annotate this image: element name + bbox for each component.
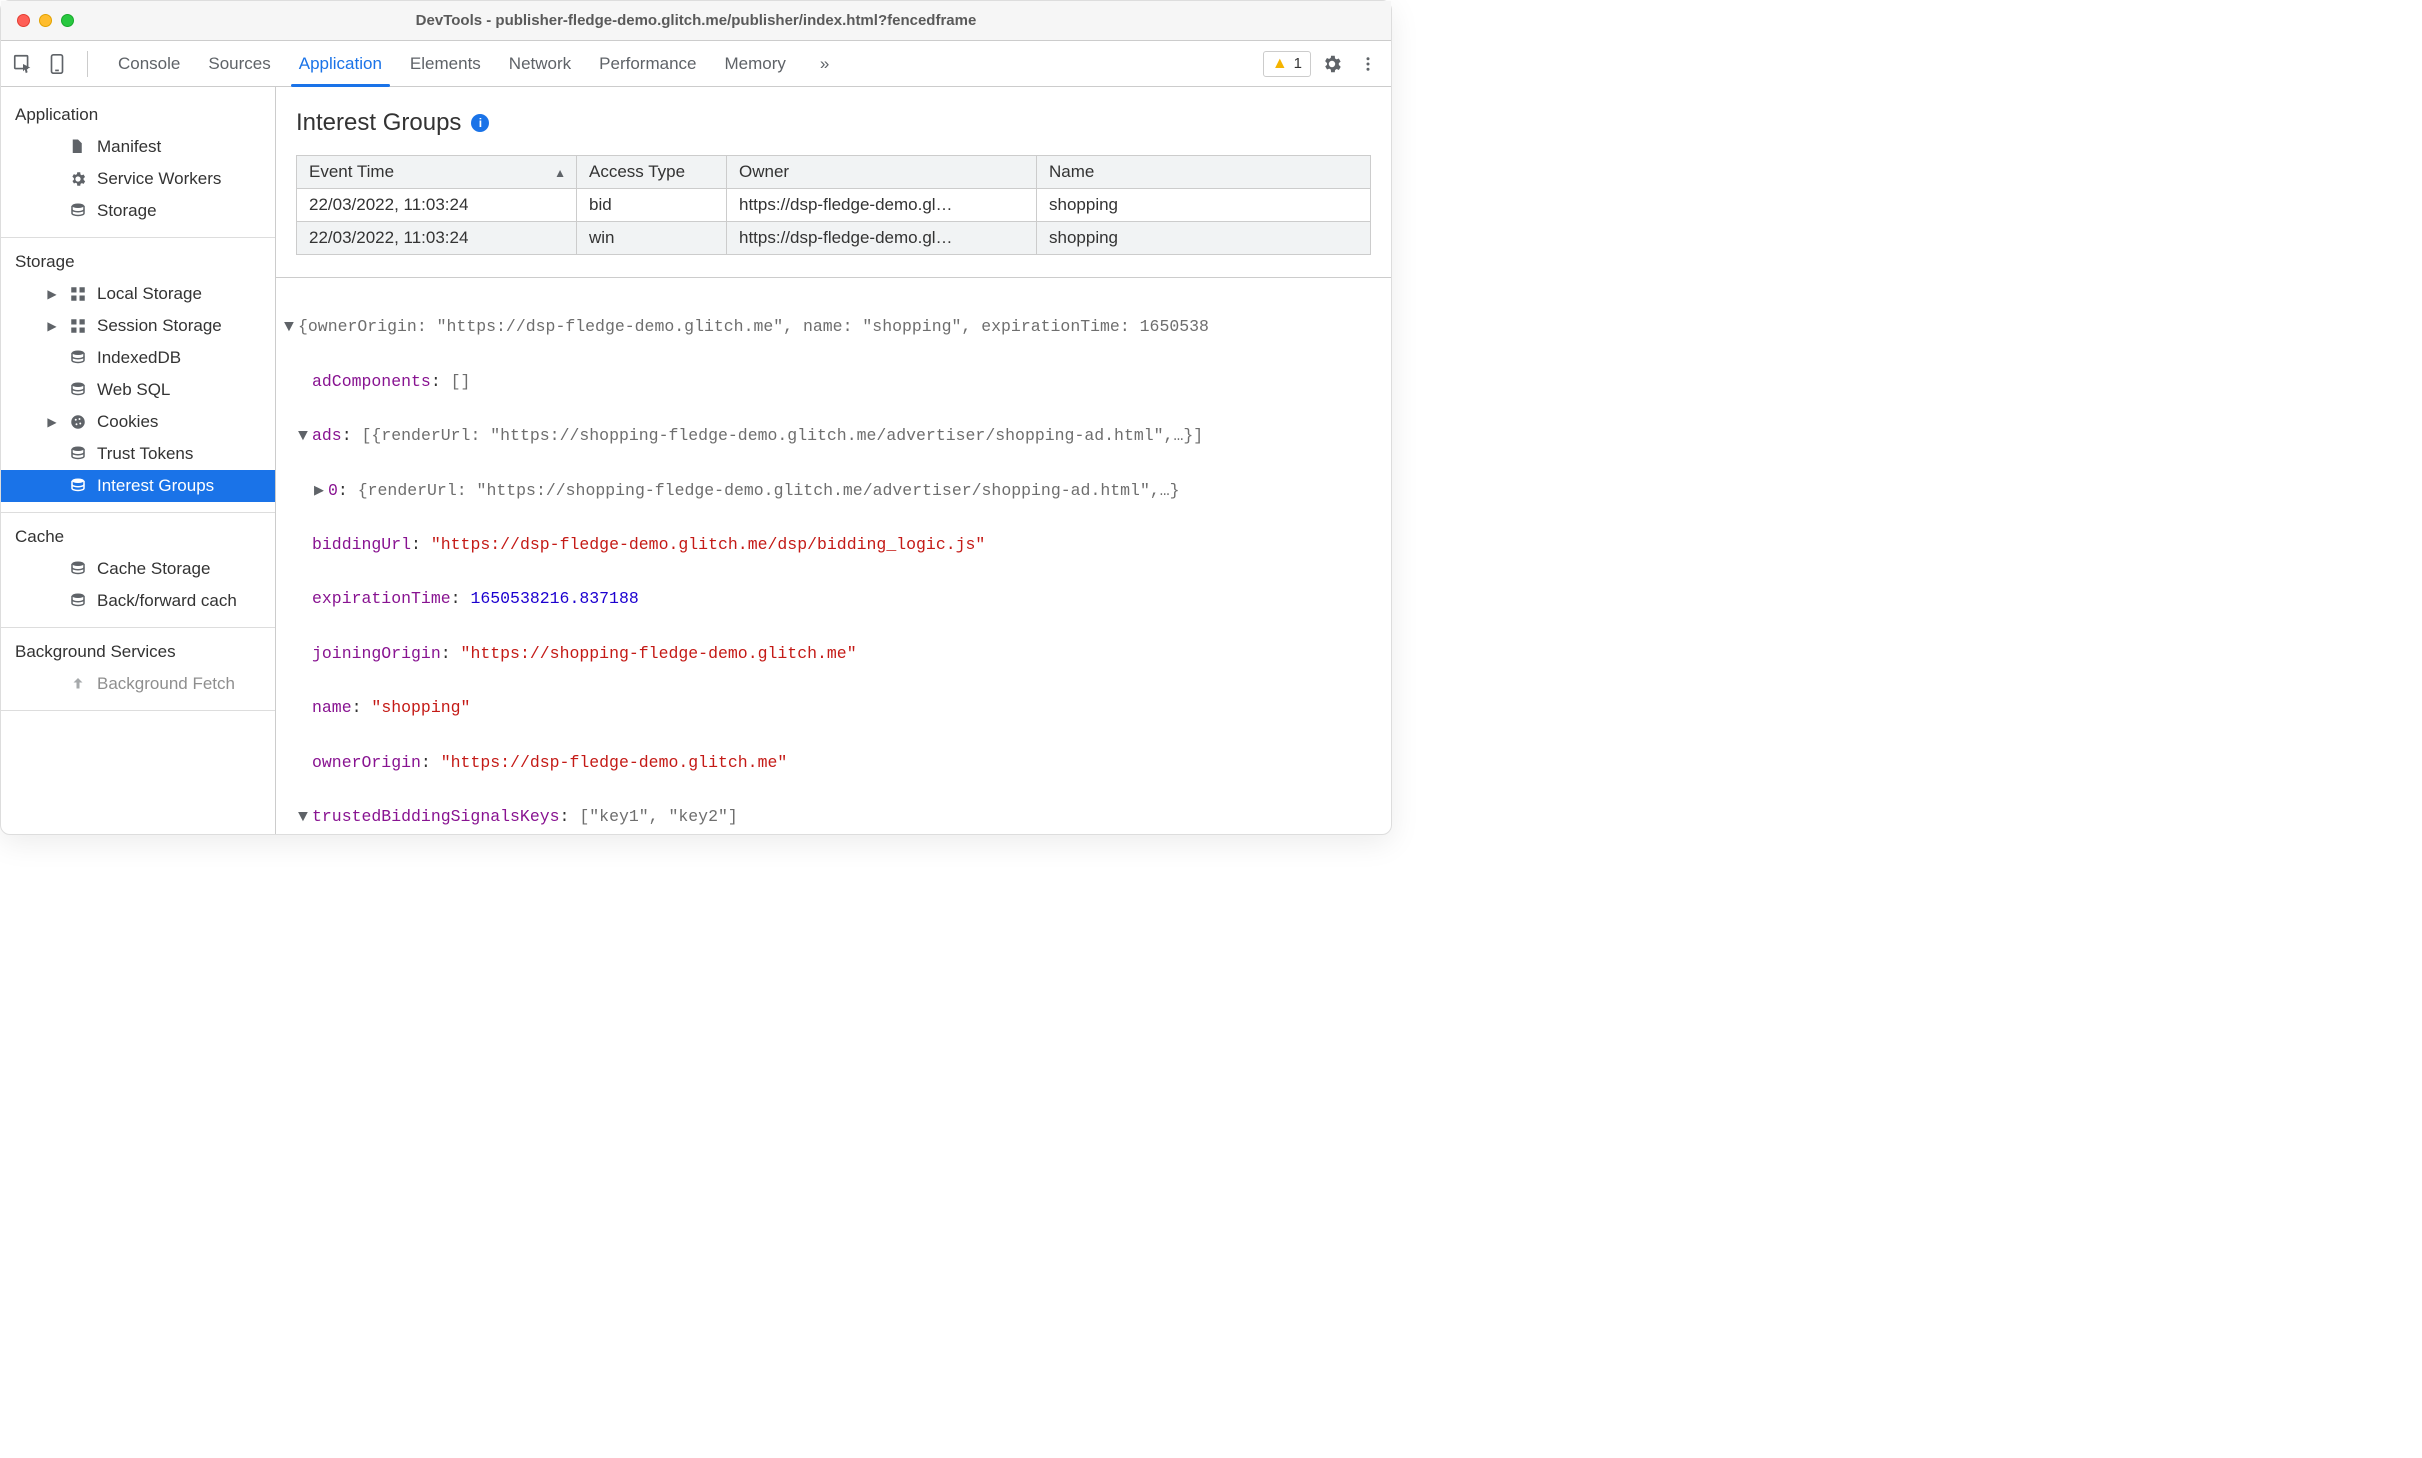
panel-content: Interest Groups i Event Time▲Access Type… <box>276 87 1391 834</box>
sidebar-item-service-workers[interactable]: Service Workers <box>1 163 275 195</box>
table-row[interactable]: 22/03/2022, 11:03:24bidhttps://dsp-fledg… <box>297 189 1371 222</box>
object-tree[interactable]: ▼{ownerOrigin: "https://dsp-fledge-demo.… <box>276 286 1391 834</box>
tab-network[interactable]: Network <box>495 44 585 84</box>
arrow-up-icon <box>69 675 87 693</box>
sidebar-item-label: Local Storage <box>97 284 202 304</box>
window-titlebar: DevTools - publisher-fledge-demo.glitch.… <box>1 1 1391 41</box>
panel-title-row: Interest Groups i <box>276 105 1391 155</box>
sidebar-item-web-sql[interactable]: Web SQL <box>1 374 275 406</box>
sidebar-item-label: Service Workers <box>97 169 221 189</box>
warning-icon: ▲ <box>1272 55 1288 73</box>
sidebar-item-storage[interactable]: Storage <box>1 195 275 227</box>
table-row[interactable]: 22/03/2022, 11:03:24winhttps://dsp-fledg… <box>297 222 1371 255</box>
more-options-icon[interactable] <box>1353 49 1383 79</box>
grid-icon <box>69 317 87 335</box>
cookie-icon <box>69 413 87 431</box>
info-icon[interactable]: i <box>471 114 489 132</box>
sidebar-item-cookies[interactable]: ▶ Cookies <box>1 406 275 438</box>
issues-count: 1 <box>1294 55 1302 72</box>
tab-memory[interactable]: Memory <box>710 44 799 84</box>
db-icon <box>69 592 87 610</box>
table-cell: win <box>577 222 727 255</box>
toolbar-overflow[interactable]: » <box>806 44 843 84</box>
db-icon <box>69 349 87 367</box>
disclosure-triangle-icon: ▶ <box>45 287 59 301</box>
zoom-window-icon[interactable] <box>61 14 74 27</box>
sidebar-item-manifest[interactable]: Manifest <box>1 131 275 163</box>
sort-ascending-icon: ▲ <box>554 166 566 180</box>
sidebar-item-label: Web SQL <box>97 380 170 400</box>
sidebar-item-label: IndexedDB <box>97 348 181 368</box>
tab-performance[interactable]: Performance <box>585 44 710 84</box>
sidebar-item-label: Trust Tokens <box>97 444 193 464</box>
table-cell: https://dsp-fledge-demo.gl… <box>727 189 1037 222</box>
sidebar-heading: Cache <box>1 519 275 553</box>
column-header[interactable]: Access Type <box>577 156 727 189</box>
devtools-toolbar: ConsoleSourcesApplicationElementsNetwork… <box>1 41 1391 87</box>
sidebar-item-label: Background Fetch <box>97 674 235 694</box>
table-cell: shopping <box>1037 222 1371 255</box>
toolbar-tabs: ConsoleSourcesApplicationElementsNetwork… <box>104 44 800 84</box>
panel-title: Interest Groups <box>296 109 461 137</box>
sidebar-item-label: Manifest <box>97 137 161 157</box>
sidebar-item-label: Cache Storage <box>97 559 210 579</box>
sidebar-item-label: Cookies <box>97 412 158 432</box>
settings-icon[interactable] <box>1317 49 1347 79</box>
events-table: Event Time▲Access TypeOwnerName 22/03/20… <box>296 155 1371 255</box>
sidebar-item-interest-groups[interactable]: Interest Groups <box>1 470 275 502</box>
close-window-icon[interactable] <box>17 14 30 27</box>
disclosure-triangle-icon: ▶ <box>45 319 59 333</box>
sidebar-heading: Storage <box>1 244 275 278</box>
db-icon <box>69 560 87 578</box>
gear-icon <box>69 170 87 188</box>
tab-application[interactable]: Application <box>285 44 396 84</box>
sidebar-item-cache-storage[interactable]: Cache Storage <box>1 553 275 585</box>
sidebar-heading: Application <box>1 97 275 131</box>
sidebar-item-trust-tokens[interactable]: Trust Tokens <box>1 438 275 470</box>
sidebar-item-back-forward-cach[interactable]: Back/forward cach <box>1 585 275 617</box>
db-icon <box>69 477 87 495</box>
db-icon <box>69 202 87 220</box>
table-cell: 22/03/2022, 11:03:24 <box>297 189 577 222</box>
column-header[interactable]: Owner <box>727 156 1037 189</box>
sidebar-item-label: Storage <box>97 201 157 221</box>
traffic-lights <box>17 14 74 27</box>
table-cell: https://dsp-fledge-demo.gl… <box>727 222 1037 255</box>
sidebar-item-label: Back/forward cach <box>97 591 237 611</box>
inspect-element-icon[interactable] <box>9 50 37 78</box>
sidebar-heading: Background Services <box>1 634 275 668</box>
sidebar-item-indexeddb[interactable]: IndexedDB <box>1 342 275 374</box>
sidebar-item-session-storage[interactable]: ▶ Session Storage <box>1 310 275 342</box>
device-toolbar-icon[interactable] <box>43 50 71 78</box>
application-sidebar: Application Manifest Service Workers Storag… <box>1 87 276 834</box>
tab-sources[interactable]: Sources <box>194 44 284 84</box>
column-header[interactable]: Event Time▲ <box>297 156 577 189</box>
toolbar-separator <box>87 51 88 77</box>
sidebar-item-label: Interest Groups <box>97 476 214 496</box>
sidebar-item-label: Session Storage <box>97 316 222 336</box>
db-icon <box>69 381 87 399</box>
db-icon <box>69 445 87 463</box>
table-cell: 22/03/2022, 11:03:24 <box>297 222 577 255</box>
panel-divider <box>276 277 1391 278</box>
tab-elements[interactable]: Elements <box>396 44 495 84</box>
file-icon <box>69 138 87 156</box>
tab-console[interactable]: Console <box>104 44 194 84</box>
sidebar-item-local-storage[interactable]: ▶ Local Storage <box>1 278 275 310</box>
grid-icon <box>69 285 87 303</box>
sidebar-item-background-fetch[interactable]: Background Fetch <box>1 668 275 700</box>
issues-badge[interactable]: ▲ 1 <box>1263 51 1311 77</box>
disclosure-triangle-icon: ▶ <box>45 415 59 429</box>
minimize-window-icon[interactable] <box>39 14 52 27</box>
window-title: DevTools - publisher-fledge-demo.glitch.… <box>1 12 1391 29</box>
column-header[interactable]: Name <box>1037 156 1371 189</box>
table-cell: shopping <box>1037 189 1371 222</box>
table-cell: bid <box>577 189 727 222</box>
